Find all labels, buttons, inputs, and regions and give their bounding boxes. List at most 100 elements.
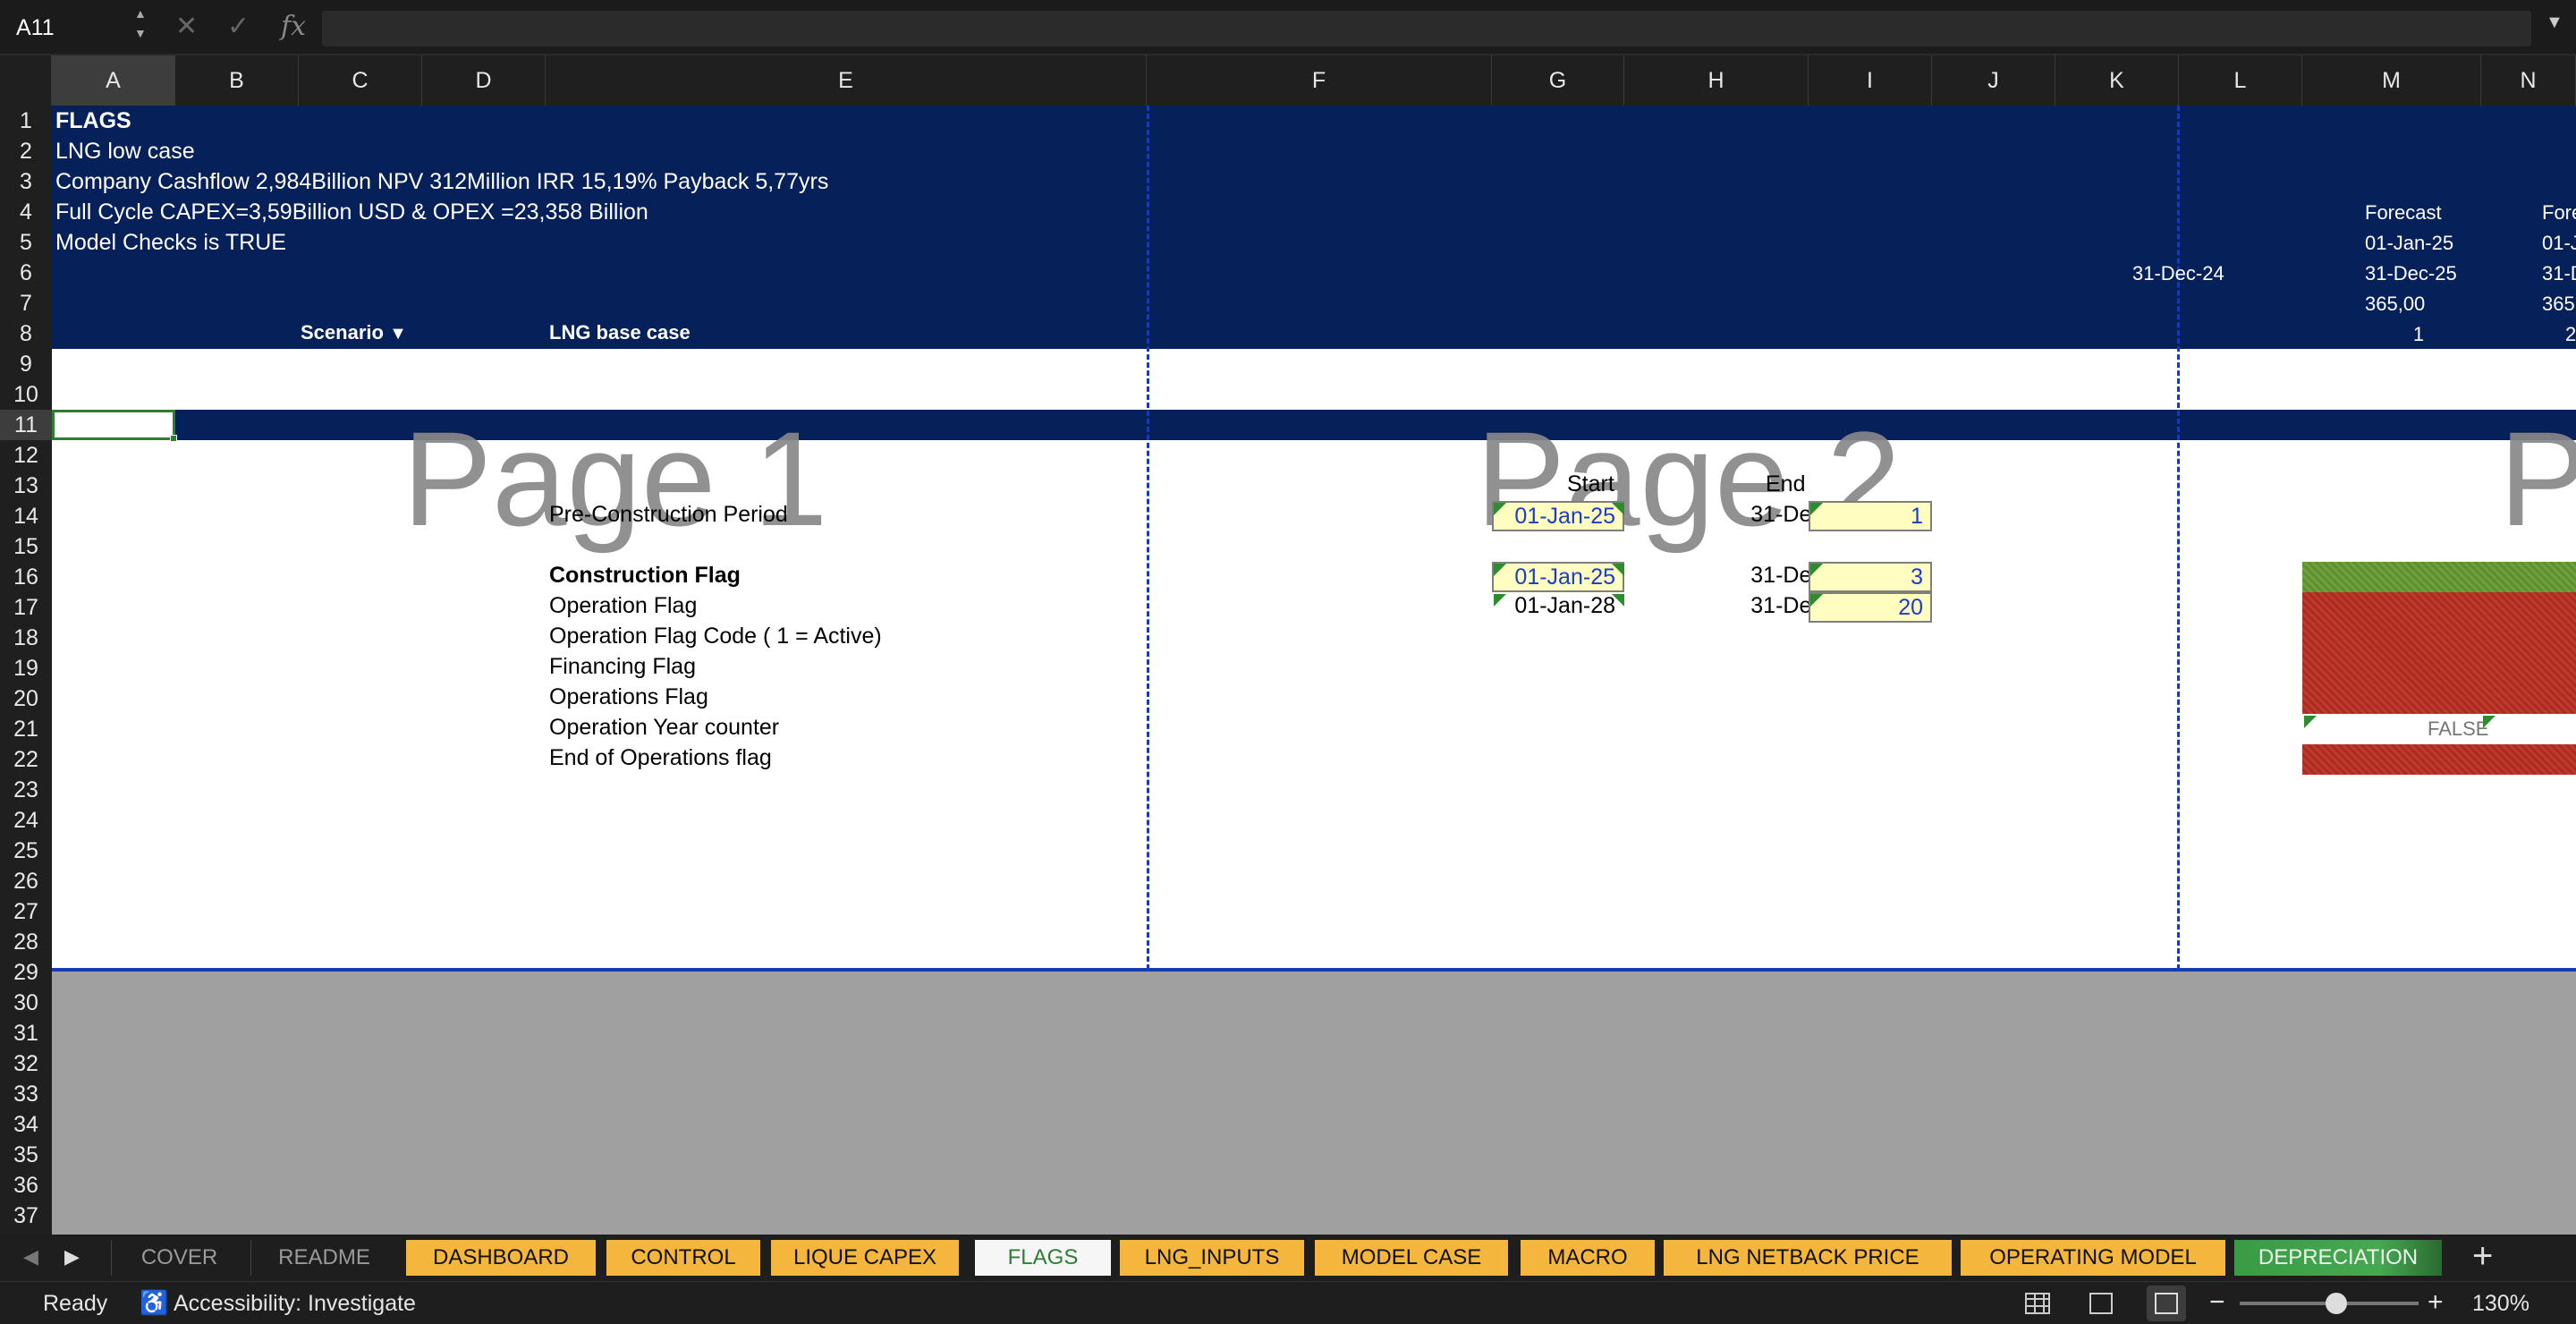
sheet-tab[interactable]: MODEL CASE (1315, 1240, 1508, 1276)
comment-indicator (1810, 594, 1823, 607)
row-header[interactable]: 20 (0, 683, 52, 714)
column-header[interactable]: I (1809, 55, 1932, 106)
row-header[interactable]: 24 (0, 805, 52, 836)
sheet-tab-active[interactable]: FLAGS (975, 1240, 1111, 1276)
row-header[interactable]: 21 (0, 714, 52, 744)
row-header[interactable]: 29 (0, 957, 52, 988)
column-header[interactable]: E (546, 55, 1147, 106)
row-header[interactable]: 2 (0, 136, 52, 166)
column-header[interactable]: F (1147, 55, 1492, 106)
row-header[interactable]: 13 (0, 471, 52, 501)
zoom-in-button[interactable]: + (2428, 1287, 2444, 1318)
row-header[interactable]: 22 (0, 744, 52, 775)
duration-input[interactable]: 3 (1809, 562, 1932, 592)
sheet-tab[interactable]: LNG_INPUTS (1120, 1240, 1304, 1276)
column-header[interactable]: G (1492, 55, 1624, 106)
active-cell-a11[interactable] (52, 410, 175, 440)
row-header[interactable]: 14 (0, 501, 52, 531)
row-header[interactable]: 3 (0, 166, 52, 197)
row-header[interactable]: 17 (0, 592, 52, 623)
sheet-tab[interactable]: CONTROL (606, 1240, 760, 1276)
row-header[interactable]: 36 (0, 1170, 52, 1201)
row-header[interactable]: 5 (0, 227, 52, 258)
row-header[interactable]: 7 (0, 288, 52, 318)
column-header[interactable]: L (2179, 55, 2302, 106)
row-header[interactable]: 6 (0, 258, 52, 288)
sheet-tab[interactable]: OPERATING MODEL (1961, 1240, 2225, 1276)
start-date-input[interactable]: 01-Jan-25 (1492, 562, 1624, 592)
filter-dropdown-icon[interactable]: ▼ (389, 324, 407, 344)
row-header[interactable]: 18 (0, 623, 52, 653)
false-cell: FALSE (2302, 714, 2576, 744)
column-header[interactable]: D (422, 55, 546, 106)
row-header[interactable]: 16 (0, 562, 52, 592)
sheet-tab[interactable]: DEPRECIATION (2234, 1240, 2442, 1276)
capex-opex-summary: Full Cycle CAPEX=3,59Billion USD & OPEX … (55, 199, 648, 225)
sheet-tab[interactable]: README (250, 1240, 397, 1276)
blank-rows (52, 349, 2576, 410)
row-header[interactable]: 34 (0, 1109, 52, 1140)
row-header[interactable]: 1 (0, 106, 52, 136)
formula-input[interactable] (322, 11, 2531, 47)
chevron-down-icon[interactable]: ▼ (134, 27, 147, 39)
sheet-tab[interactable]: LNG NETBACK PRICE (1664, 1240, 1952, 1276)
operation-flag-fill (2302, 592, 2576, 714)
row-header[interactable]: 37 (0, 1201, 52, 1231)
start-date: 01-Jan-28 (1514, 593, 1615, 618)
row-header[interactable]: 27 (0, 896, 52, 927)
sheet-tab[interactable]: MACRO (1521, 1240, 1655, 1276)
chevron-up-icon[interactable]: ▲ (134, 7, 147, 20)
accessibility-status[interactable]: Accessibility: Investigate (174, 1291, 416, 1317)
row-header[interactable]: 30 (0, 988, 52, 1018)
enter-icon[interactable]: ✓ (227, 11, 250, 42)
sheet-tab[interactable]: COVER (111, 1240, 247, 1276)
duration-input[interactable]: 20 (1809, 592, 1932, 623)
row-header[interactable]: 26 (0, 866, 52, 896)
zoom-slider-thumb[interactable] (2326, 1293, 2347, 1314)
row-header[interactable]: 10 (0, 379, 52, 410)
row-header[interactable]: 12 (0, 440, 52, 471)
row-header[interactable]: 35 (0, 1140, 52, 1170)
page-break-view-button[interactable] (2147, 1286, 2186, 1321)
sheet-tab[interactable]: LIQUE CAPEX (771, 1240, 959, 1276)
row-header[interactable]: 11 (0, 410, 52, 440)
row-header[interactable]: 31 (0, 1018, 52, 1048)
column-header[interactable]: A (52, 55, 175, 106)
column-header[interactable]: K (2055, 55, 2179, 106)
column-header[interactable]: J (1932, 55, 2055, 106)
row-header[interactable]: 23 (0, 775, 52, 805)
scroll-left-icon[interactable]: ◀ (23, 1245, 38, 1269)
page-layout-icon[interactable] (2089, 1293, 2113, 1314)
sheet-tab[interactable]: DASHBOARD (406, 1240, 596, 1276)
row-header[interactable]: 32 (0, 1048, 52, 1079)
accessibility-icon[interactable]: ♿ (140, 1289, 168, 1317)
duration-input[interactable]: 1 (1809, 501, 1932, 531)
row-header[interactable]: 28 (0, 927, 52, 957)
normal-view-icon[interactable] (2025, 1293, 2050, 1314)
cancel-icon[interactable]: ✕ (175, 11, 198, 42)
column-header[interactable]: N (2481, 55, 2576, 106)
fill-handle[interactable] (170, 435, 177, 442)
zoom-out-button[interactable]: − (2209, 1287, 2225, 1318)
name-box-stepper[interactable]: ▲ ▼ (134, 7, 147, 39)
scroll-right-icon[interactable]: ▶ (64, 1245, 80, 1269)
row-header[interactable]: 9 (0, 349, 52, 379)
expand-formula-icon[interactable]: ▼ (2546, 13, 2563, 33)
row-header[interactable]: 8 (0, 318, 52, 349)
row-header[interactable]: 33 (0, 1079, 52, 1109)
column-header[interactable]: M (2302, 55, 2481, 106)
row-header[interactable]: 19 (0, 653, 52, 683)
construction-flag-fill (2302, 562, 2576, 592)
column-header[interactable]: H (1624, 55, 1809, 106)
start-date-input[interactable]: 01-Jan-25 (1492, 501, 1624, 531)
add-sheet-button[interactable]: + (2472, 1236, 2493, 1277)
row-header[interactable]: 4 (0, 197, 52, 227)
column-header[interactable]: B (175, 55, 299, 106)
zoom-level[interactable]: 130% (2472, 1291, 2529, 1317)
row-header[interactable]: 15 (0, 531, 52, 562)
row-header[interactable]: 25 (0, 836, 52, 866)
select-all-corner[interactable] (0, 55, 52, 106)
function-icon[interactable]: fx (281, 11, 306, 42)
column-header[interactable]: C (299, 55, 422, 106)
worksheet-grid[interactable]: FLAGS LNG low case Company Cashflow 2,98… (52, 106, 2576, 1235)
